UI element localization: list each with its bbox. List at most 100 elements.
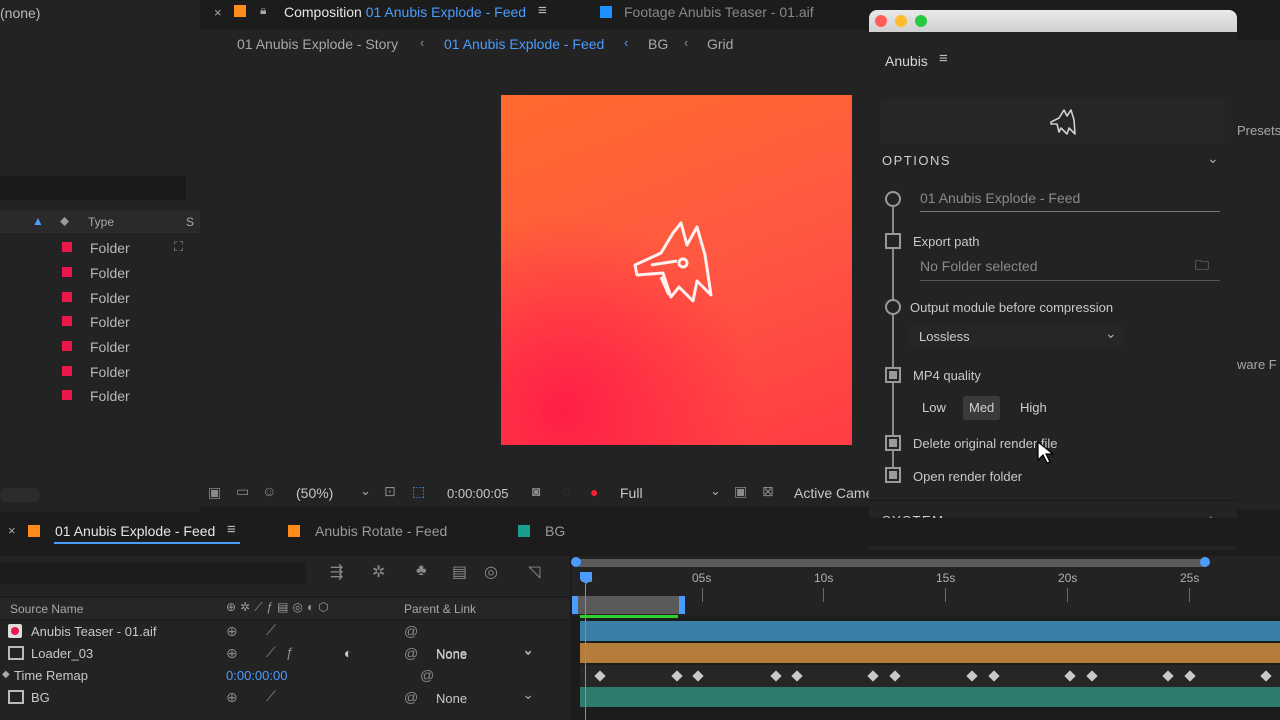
- breadcrumb-item[interactable]: 01 Anubis Explode - Story: [237, 36, 398, 52]
- lock-icon[interactable]: 🔒︎: [260, 3, 266, 18]
- graph-editor-icon[interactable]: ◹: [528, 562, 540, 582]
- pick-whip-icon[interactable]: @: [404, 689, 418, 705]
- work-area-start-handle[interactable]: [572, 596, 578, 614]
- effects-switch-icon[interactable]: ƒ: [286, 644, 294, 660]
- chevron-down-icon[interactable]: ⌄: [710, 483, 721, 499]
- layer-name[interactable]: Anubis Teaser - 01.aif: [31, 624, 157, 639]
- time-remap-value[interactable]: 0:00:00:00: [226, 668, 287, 683]
- size-column-header[interactable]: S: [186, 215, 194, 229]
- navigator-start-handle[interactable]: [571, 557, 581, 567]
- frame-blending-icon[interactable]: ▤: [452, 562, 467, 582]
- quality-switch-icon[interactable]: ⟋: [266, 644, 276, 661]
- quality-low-button[interactable]: Low: [916, 396, 952, 420]
- options-section-header[interactable]: OPTIONS: [882, 153, 951, 168]
- table-row[interactable]: ◆ Time Remap 0:00:00:00 @: [0, 665, 570, 687]
- active-camera-dropdown[interactable]: Active Came: [794, 485, 873, 501]
- snapshot-icon[interactable]: ◌: [562, 483, 570, 499]
- minimize-window-icon[interactable]: [895, 15, 907, 27]
- project-item[interactable]: Folder ⛶: [0, 236, 196, 260]
- keyframe-nav-icon[interactable]: ◆: [2, 669, 10, 680]
- folder-browse-icon[interactable]: 🗀: [1195, 255, 1209, 279]
- panel-menu-icon[interactable]: ≡: [939, 50, 948, 67]
- timeline-search-input[interactable]: [0, 562, 306, 584]
- project-item[interactable]: Folder: [0, 261, 196, 285]
- close-window-icon[interactable]: [875, 15, 887, 27]
- transparency-grid-icon[interactable]: ⬚: [412, 483, 425, 500]
- parent-dropdown[interactable]: None: [436, 642, 544, 665]
- time-navigator-bar[interactable]: [576, 559, 1208, 567]
- footage-tab[interactable]: Footage Anubis Teaser - 01.aif: [624, 4, 814, 20]
- open-folder-checkbox[interactable]: [885, 467, 901, 483]
- breadcrumb-item-active[interactable]: 01 Anubis Explode - Feed: [444, 36, 604, 52]
- sort-arrow-icon[interactable]: ▲: [32, 214, 44, 228]
- project-item[interactable]: Folder: [0, 310, 196, 334]
- grid-toggle-icon[interactable]: ⊠: [762, 483, 774, 500]
- layer-bar-audio[interactable]: [580, 621, 1280, 641]
- shy-switch-icon[interactable]: ⊕: [226, 645, 238, 662]
- parent-link-header[interactable]: Parent & Link: [404, 602, 476, 616]
- playhead-line[interactable]: [585, 584, 586, 720]
- color-channels-icon[interactable]: ●: [590, 484, 598, 500]
- export-path-checkbox[interactable]: [885, 233, 901, 249]
- breadcrumb-item[interactable]: Grid: [707, 36, 733, 52]
- breadcrumb-item[interactable]: BG: [648, 36, 668, 52]
- type-column-header[interactable]: Type: [88, 215, 114, 229]
- layer-name[interactable]: Loader_03: [31, 646, 93, 661]
- composition-radio[interactable]: [885, 191, 901, 207]
- shy-switch-icon[interactable]: ⊕: [226, 623, 238, 640]
- expression-pick-whip-icon[interactable]: @: [420, 667, 434, 683]
- chevron-down-icon[interactable]: ⌄: [360, 483, 371, 499]
- project-item[interactable]: Folder: [0, 335, 196, 359]
- pick-whip-icon[interactable]: @: [404, 623, 418, 639]
- window-titlebar[interactable]: [869, 10, 1237, 32]
- current-time-display[interactable]: 0:00:00:05: [447, 486, 508, 501]
- project-item[interactable]: Folder: [0, 360, 196, 384]
- timeline-tab[interactable]: BG: [545, 523, 565, 539]
- navigator-end-handle[interactable]: [1200, 557, 1210, 567]
- delete-render-checkbox[interactable]: [885, 435, 901, 451]
- tab-menu-icon[interactable]: ≡: [538, 2, 547, 19]
- close-tab-icon[interactable]: ×: [214, 5, 222, 20]
- close-tab-icon[interactable]: ×: [8, 523, 16, 538]
- output-module-radio[interactable]: [885, 299, 901, 315]
- project-item[interactable]: Folder: [0, 384, 196, 408]
- output-module-dropdown[interactable]: Lossless ⌄: [909, 325, 1123, 347]
- composition-tab[interactable]: Composition 01 Anubis Explode - Feed: [284, 4, 526, 20]
- timeline-tab[interactable]: Anubis Rotate - Feed: [315, 523, 447, 539]
- composition-name-field[interactable]: 01 Anubis Explode - Feed: [920, 190, 1080, 206]
- project-item[interactable]: Folder: [0, 286, 196, 310]
- composition-canvas[interactable]: [501, 95, 852, 445]
- quality-med-button[interactable]: Med: [963, 396, 1001, 420]
- motion-blur-icon[interactable]: ◎: [484, 562, 498, 582]
- region-of-interest-icon[interactable]: ⊡: [384, 483, 396, 500]
- project-search-input[interactable]: [0, 176, 186, 200]
- tab-menu-icon[interactable]: ≡: [227, 521, 236, 538]
- always-preview-icon[interactable]: ▣: [208, 484, 221, 501]
- mask-icon[interactable]: ☺: [262, 483, 276, 499]
- resolution-dropdown[interactable]: Full: [620, 485, 643, 501]
- quality-high-button[interactable]: High: [1014, 396, 1053, 420]
- parent-dropdown[interactable]: None: [436, 686, 544, 709]
- pick-whip-icon[interactable]: @: [404, 645, 418, 661]
- quality-switch-icon[interactable]: ⟋: [266, 622, 276, 639]
- shy-layers-icon[interactable]: ♣: [416, 562, 427, 580]
- time-remap-switch-icon[interactable]: ◐: [344, 645, 352, 661]
- shy-switch-icon[interactable]: ⊕: [226, 689, 238, 706]
- work-area-end-handle[interactable]: [679, 596, 685, 614]
- draft-3d-icon[interactable]: ✲: [372, 562, 385, 582]
- fast-previews-icon[interactable]: ▣: [734, 483, 747, 500]
- layer-bar-loader[interactable]: [580, 643, 1280, 663]
- zoom-dropdown[interactable]: (50%): [296, 485, 333, 501]
- camera-icon[interactable]: ◙: [532, 483, 540, 499]
- layer-bar-bg[interactable]: [580, 687, 1280, 707]
- layer-name[interactable]: BG: [31, 690, 50, 705]
- mp4-quality-checkbox[interactable]: [885, 367, 901, 383]
- zoom-window-icon[interactable]: [915, 15, 927, 27]
- flowchart-icon[interactable]: ⛶: [174, 239, 183, 255]
- timeline-tab-active[interactable]: 01 Anubis Explode - Feed: [55, 523, 215, 539]
- work-area-bar[interactable]: [576, 596, 684, 614]
- monitor-icon[interactable]: ▭: [236, 483, 249, 500]
- export-path-field[interactable]: No Folder selected: [920, 258, 1038, 274]
- chevron-down-icon[interactable]: ⌄: [1207, 150, 1219, 167]
- source-name-header[interactable]: Source Name: [10, 602, 83, 616]
